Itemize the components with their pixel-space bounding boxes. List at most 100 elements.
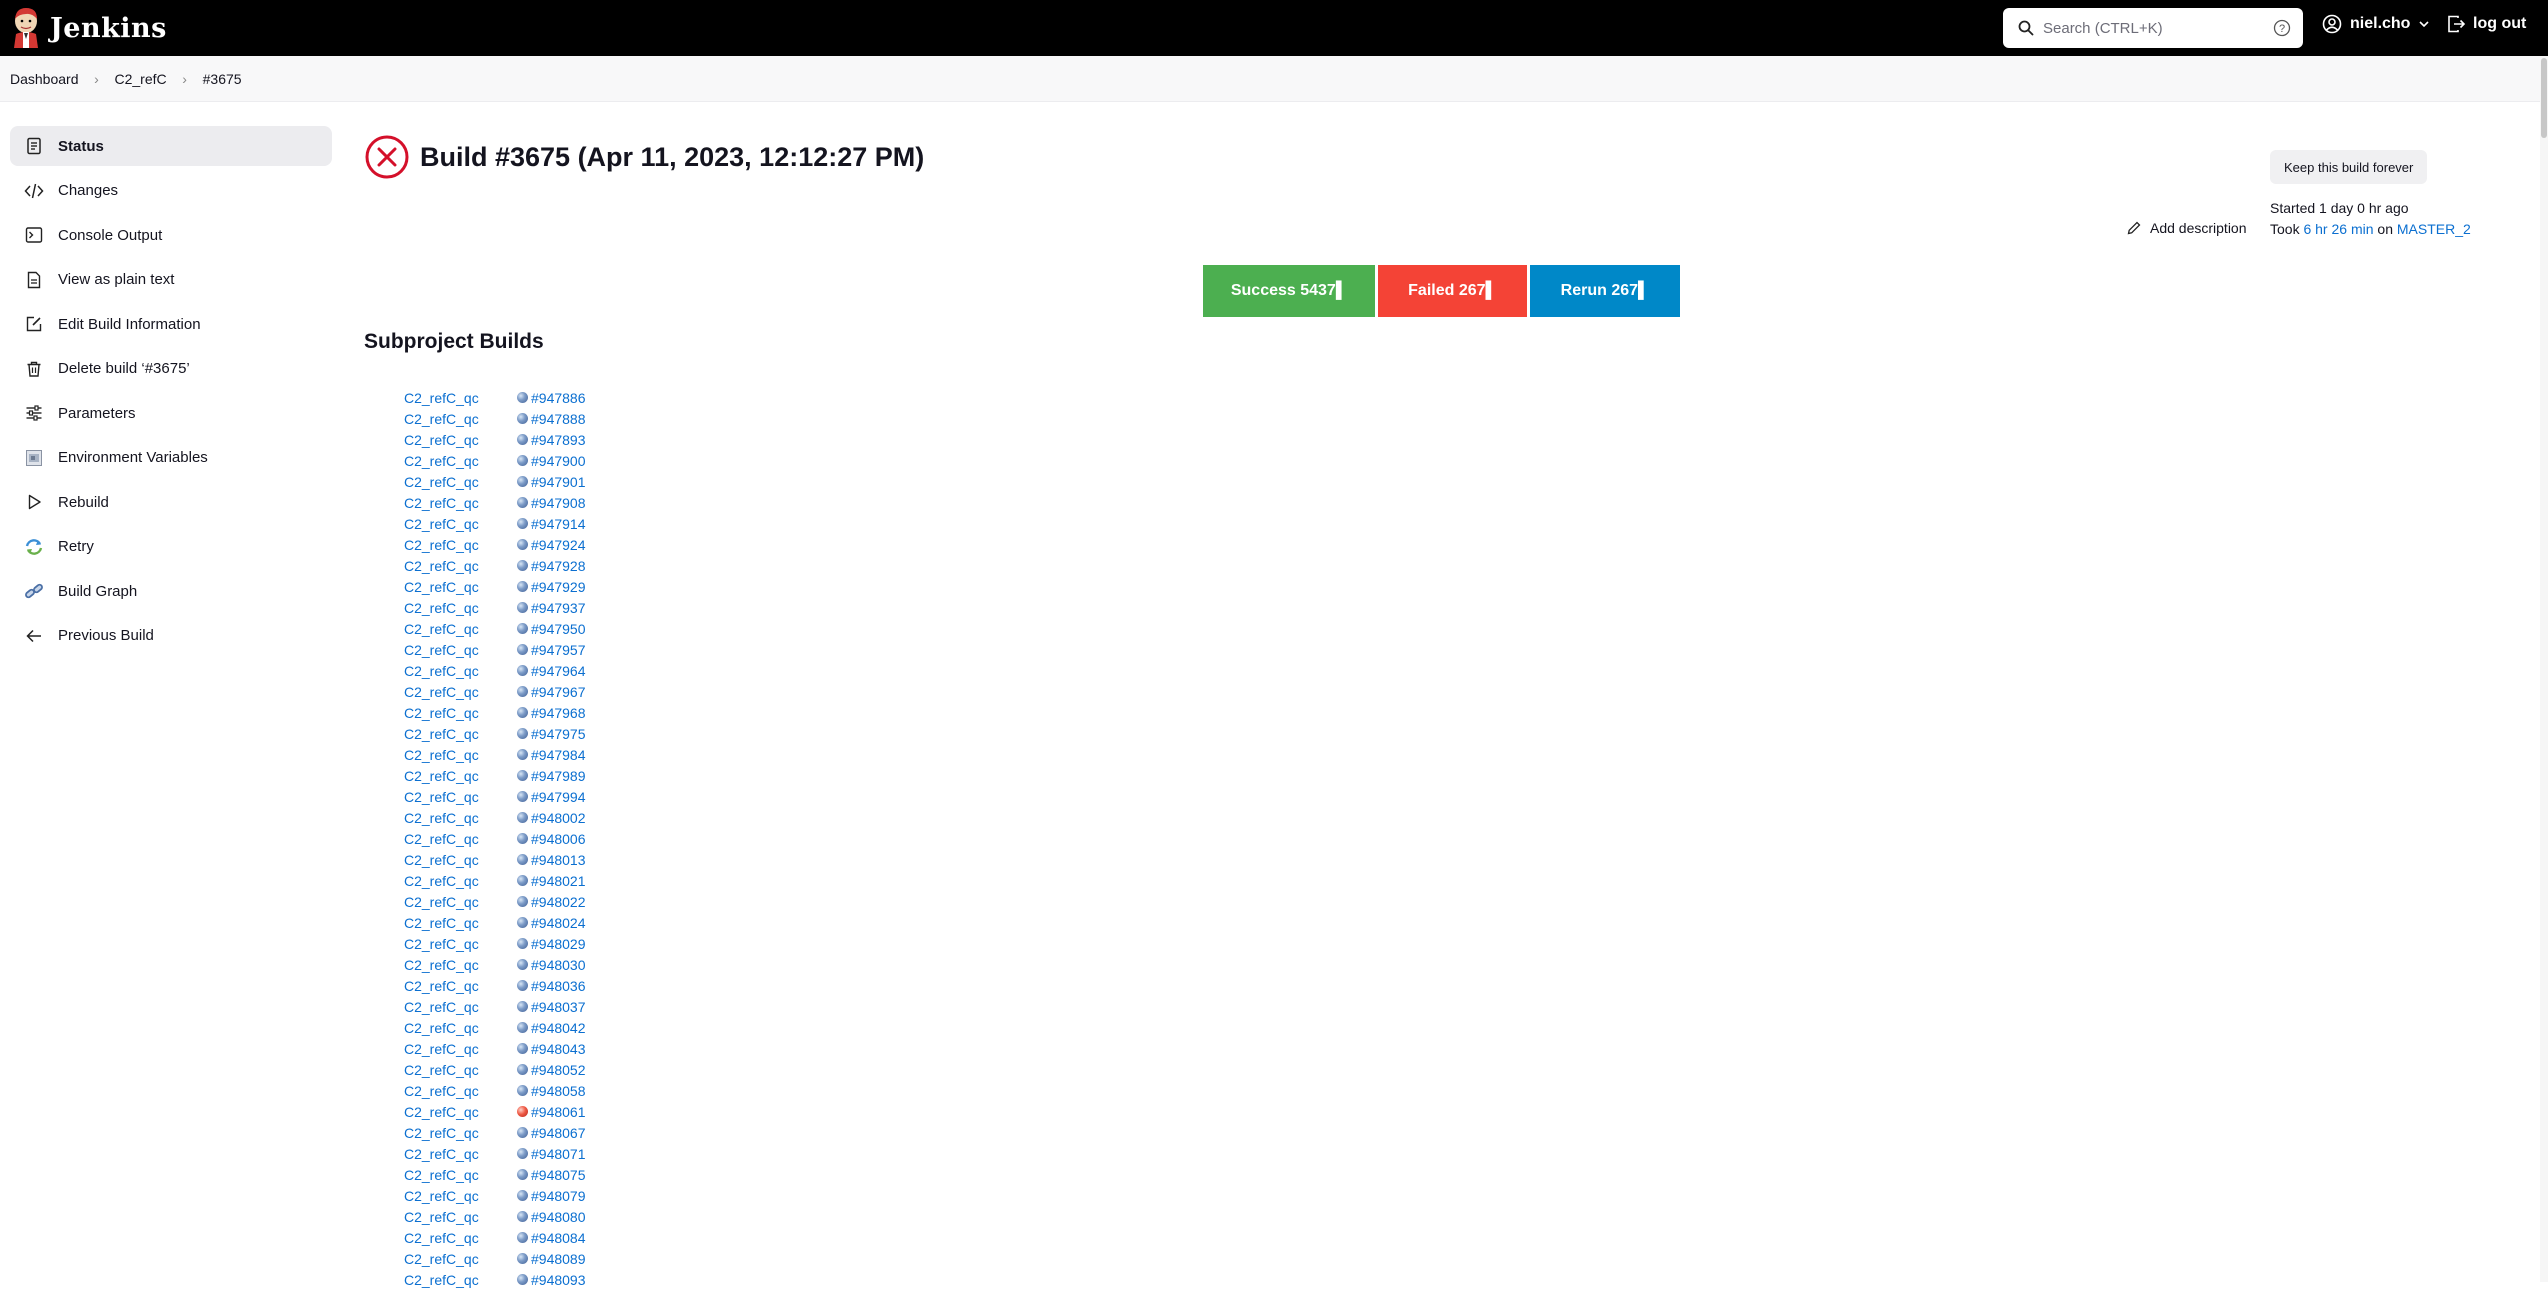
subproject-job-link[interactable]: C2_refC_qc bbox=[404, 978, 517, 994]
subproject-job-link[interactable]: C2_refC_qc bbox=[404, 957, 517, 973]
subproject-build-link[interactable]: #947908 bbox=[531, 495, 586, 511]
subproject-job-link[interactable]: C2_refC_qc bbox=[404, 474, 517, 490]
search-input[interactable] bbox=[2043, 8, 2263, 48]
subproject-job-link[interactable]: C2_refC_qc bbox=[404, 453, 517, 469]
subproject-job-link[interactable]: C2_refC_qc bbox=[404, 411, 517, 427]
subproject-build-link[interactable]: #948002 bbox=[531, 810, 586, 826]
logout-link[interactable]: log out bbox=[2446, 14, 2526, 34]
subproject-job-link[interactable]: C2_refC_qc bbox=[404, 621, 517, 637]
duration-link[interactable]: 6 hr 26 min bbox=[2303, 221, 2373, 237]
subproject-job-link[interactable]: C2_refC_qc bbox=[404, 432, 517, 448]
success-count-button[interactable]: Success 5437▌ bbox=[1203, 265, 1375, 317]
subproject-job-link[interactable]: C2_refC_qc bbox=[404, 1104, 517, 1120]
subproject-job-link[interactable]: C2_refC_qc bbox=[404, 537, 517, 553]
keep-build-forever-button[interactable]: Keep this build forever bbox=[2270, 150, 2428, 184]
subproject-build-link[interactable]: #948021 bbox=[531, 873, 586, 889]
subproject-build-link[interactable]: #947888 bbox=[531, 411, 586, 427]
subproject-build-link[interactable]: #948075 bbox=[531, 1167, 586, 1183]
sidebar-item-build-graph[interactable]: Build Graph bbox=[10, 571, 332, 611]
subproject-job-link[interactable]: C2_refC_qc bbox=[404, 1125, 517, 1141]
subproject-build-link[interactable]: #948030 bbox=[531, 957, 586, 973]
subproject-job-link[interactable]: C2_refC_qc bbox=[404, 810, 517, 826]
subproject-job-link[interactable]: C2_refC_qc bbox=[404, 663, 517, 679]
subproject-job-link[interactable]: C2_refC_qc bbox=[404, 915, 517, 931]
sidebar-item-retry[interactable]: Retry bbox=[10, 527, 332, 567]
subproject-build-link[interactable]: #947886 bbox=[531, 390, 586, 406]
subproject-job-link[interactable]: C2_refC_qc bbox=[404, 768, 517, 784]
sidebar-item-rebuild[interactable]: Rebuild bbox=[10, 482, 332, 522]
search-box[interactable]: ? bbox=[2003, 8, 2303, 48]
subproject-job-link[interactable]: C2_refC_qc bbox=[404, 1272, 517, 1288]
subproject-build-link[interactable]: #947957 bbox=[531, 642, 586, 658]
subproject-job-link[interactable]: C2_refC_qc bbox=[404, 894, 517, 910]
user-menu[interactable]: niel.cho bbox=[2322, 14, 2438, 34]
help-icon[interactable]: ? bbox=[2273, 19, 2291, 37]
subproject-build-link[interactable]: #948071 bbox=[531, 1146, 586, 1162]
subproject-build-link[interactable]: #948061 bbox=[531, 1104, 586, 1120]
subproject-build-link[interactable]: #948079 bbox=[531, 1188, 586, 1204]
subproject-build-link[interactable]: #948089 bbox=[531, 1251, 586, 1267]
subproject-build-link[interactable]: #947893 bbox=[531, 432, 586, 448]
subproject-build-link[interactable]: #947924 bbox=[531, 537, 586, 553]
subproject-build-link[interactable]: #947968 bbox=[531, 705, 586, 721]
subproject-build-link[interactable]: #947975 bbox=[531, 726, 586, 742]
subproject-build-link[interactable]: #947989 bbox=[531, 768, 586, 784]
subproject-job-link[interactable]: C2_refC_qc bbox=[404, 1188, 517, 1204]
subproject-build-link[interactable]: #947929 bbox=[531, 579, 586, 595]
rerun-count-button[interactable]: Rerun 267▌ bbox=[1530, 265, 1680, 317]
subproject-build-link[interactable]: #947937 bbox=[531, 600, 586, 616]
subproject-job-link[interactable]: C2_refC_qc bbox=[404, 1209, 517, 1225]
add-description-link[interactable]: Add description bbox=[2126, 220, 2247, 236]
subproject-job-link[interactable]: C2_refC_qc bbox=[404, 1062, 517, 1078]
sidebar-item-changes[interactable]: Changes bbox=[10, 171, 332, 211]
page-scrollbar[interactable] bbox=[2540, 56, 2548, 1282]
subproject-job-link[interactable]: C2_refC_qc bbox=[404, 1083, 517, 1099]
subproject-build-link[interactable]: #947900 bbox=[531, 453, 586, 469]
subproject-build-link[interactable]: #947950 bbox=[531, 621, 586, 637]
subproject-build-link[interactable]: #948084 bbox=[531, 1230, 586, 1246]
sidebar-item-status[interactable]: Status bbox=[10, 126, 332, 166]
subproject-build-link[interactable]: #947984 bbox=[531, 747, 586, 763]
subproject-build-link[interactable]: #947994 bbox=[531, 789, 586, 805]
breadcrumb-dashboard[interactable]: Dashboard bbox=[10, 71, 79, 87]
subproject-job-link[interactable]: C2_refC_qc bbox=[404, 1230, 517, 1246]
subproject-job-link[interactable]: C2_refC_qc bbox=[404, 705, 517, 721]
subproject-job-link[interactable]: C2_refC_qc bbox=[404, 1146, 517, 1162]
subproject-job-link[interactable]: C2_refC_qc bbox=[404, 1167, 517, 1183]
sidebar-item-environment-variables[interactable]: Environment Variables bbox=[10, 438, 332, 478]
subproject-job-link[interactable]: C2_refC_qc bbox=[404, 1020, 517, 1036]
subproject-build-link[interactable]: #948042 bbox=[531, 1020, 586, 1036]
subproject-build-link[interactable]: #948043 bbox=[531, 1041, 586, 1057]
scrollbar-thumb[interactable] bbox=[2541, 58, 2547, 138]
subproject-job-link[interactable]: C2_refC_qc bbox=[404, 789, 517, 805]
failed-count-button[interactable]: Failed 267▌ bbox=[1378, 265, 1527, 317]
subproject-job-link[interactable]: C2_refC_qc bbox=[404, 516, 517, 532]
subproject-build-link[interactable]: #948058 bbox=[531, 1083, 586, 1099]
subproject-build-link[interactable]: #948013 bbox=[531, 852, 586, 868]
sidebar-item-delete-build[interactable]: Delete build ‘#3675’ bbox=[10, 349, 332, 389]
sidebar-item-console-output[interactable]: Console Output bbox=[10, 215, 332, 255]
sidebar-item-plain-text[interactable]: View as plain text bbox=[10, 260, 332, 300]
subproject-job-link[interactable]: C2_refC_qc bbox=[404, 726, 517, 742]
subproject-job-link[interactable]: C2_refC_qc bbox=[404, 600, 517, 616]
subproject-build-link[interactable]: #948006 bbox=[531, 831, 586, 847]
subproject-job-link[interactable]: C2_refC_qc bbox=[404, 495, 517, 511]
subproject-build-link[interactable]: #948067 bbox=[531, 1125, 586, 1141]
subproject-job-link[interactable]: C2_refC_qc bbox=[404, 684, 517, 700]
sidebar-item-parameters[interactable]: Parameters bbox=[10, 393, 332, 433]
subproject-build-link[interactable]: #948037 bbox=[531, 999, 586, 1015]
subproject-build-link[interactable]: #947964 bbox=[531, 663, 586, 679]
subproject-job-link[interactable]: C2_refC_qc bbox=[404, 642, 517, 658]
subproject-build-link[interactable]: #947914 bbox=[531, 516, 586, 532]
subproject-build-link[interactable]: #948052 bbox=[531, 1062, 586, 1078]
subproject-job-link[interactable]: C2_refC_qc bbox=[404, 999, 517, 1015]
node-link[interactable]: MASTER_2 bbox=[2397, 221, 2471, 237]
subproject-job-link[interactable]: C2_refC_qc bbox=[404, 873, 517, 889]
subproject-build-link[interactable]: #947901 bbox=[531, 474, 586, 490]
subproject-build-link[interactable]: #948080 bbox=[531, 1209, 586, 1225]
sidebar-item-previous-build[interactable]: Previous Build bbox=[10, 616, 332, 656]
subproject-job-link[interactable]: C2_refC_qc bbox=[404, 1251, 517, 1267]
subproject-build-link[interactable]: #948029 bbox=[531, 936, 586, 952]
breadcrumb-job[interactable]: C2_refC bbox=[115, 71, 167, 87]
subproject-job-link[interactable]: C2_refC_qc bbox=[404, 579, 517, 595]
